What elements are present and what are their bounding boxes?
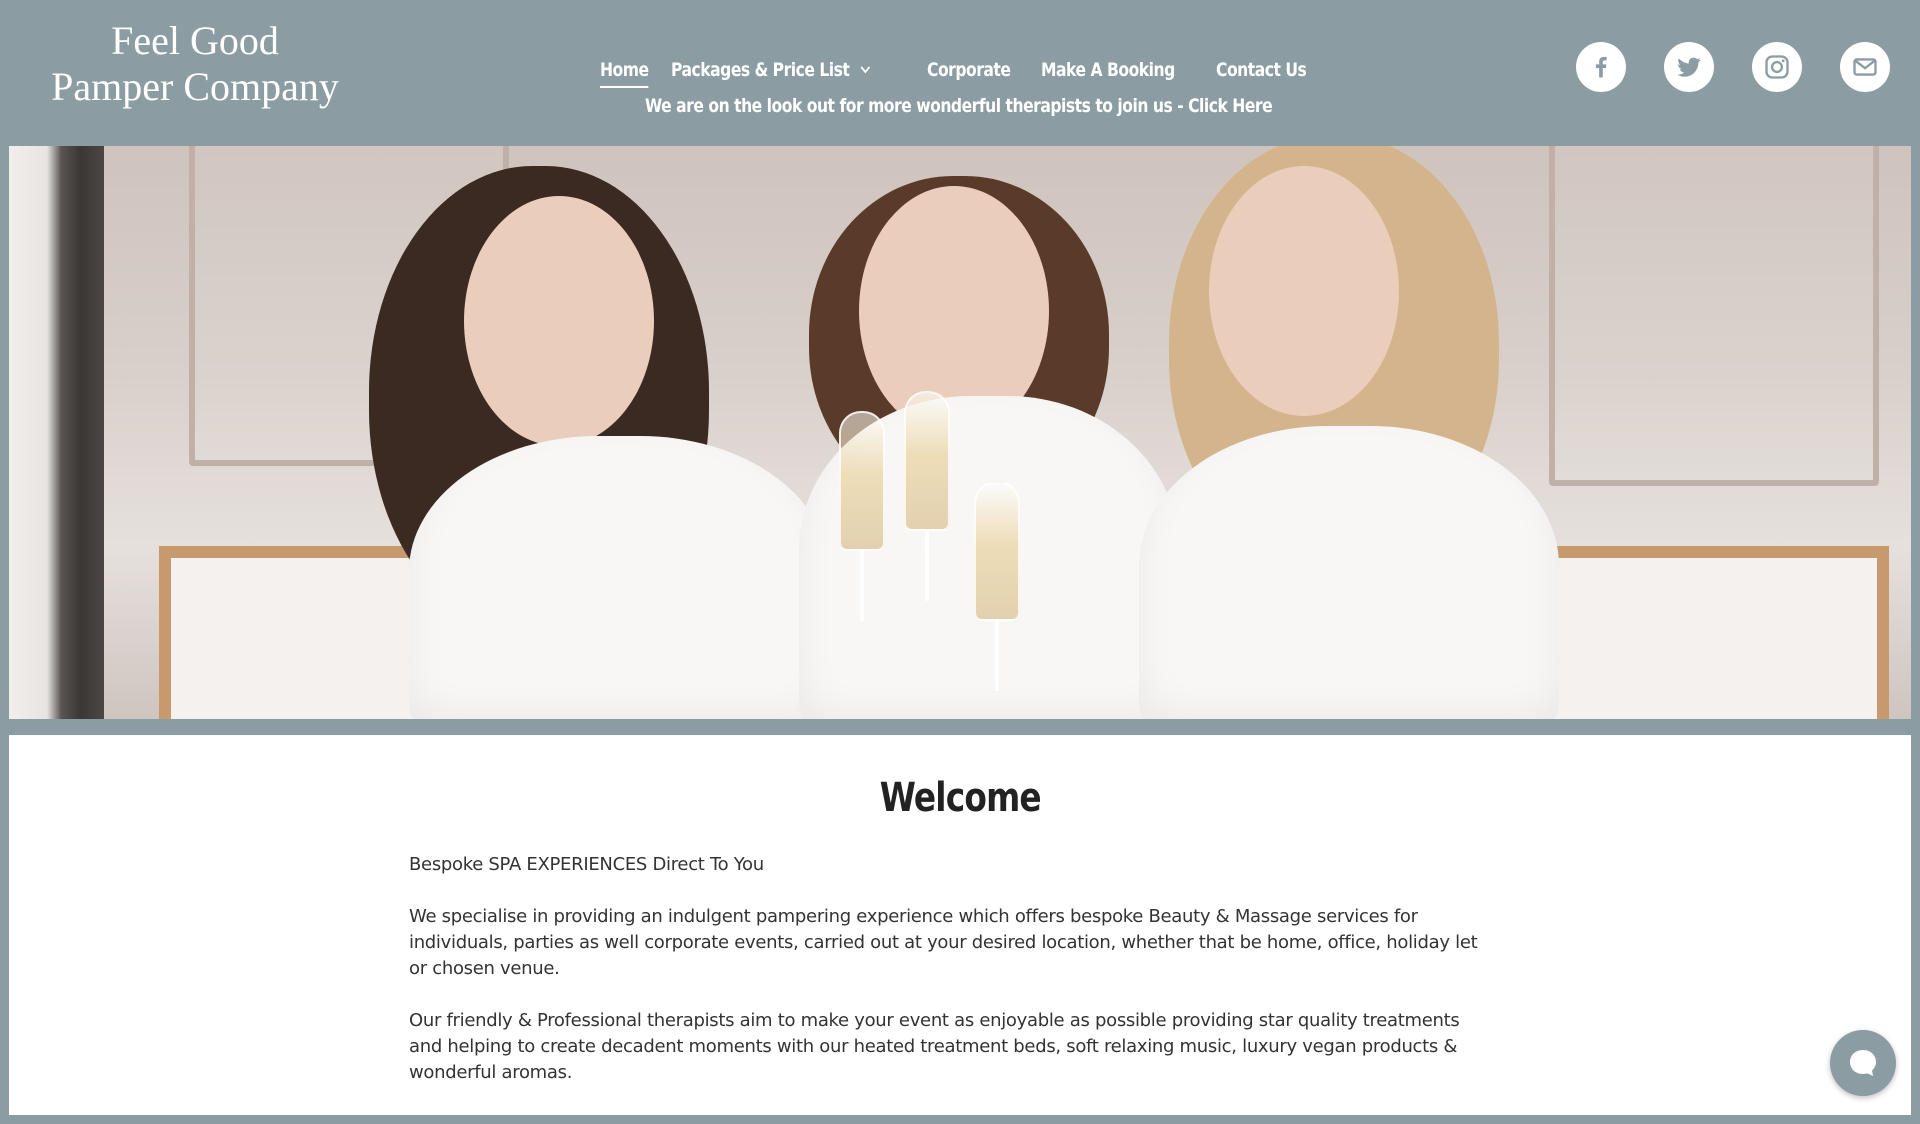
- logo-line-2: Pamper Company: [51, 64, 339, 109]
- logo-line-1: Feel Good: [111, 18, 279, 63]
- instagram-icon: [1765, 55, 1789, 79]
- nav-contact-us[interactable]: Contact Us: [1215, 59, 1307, 81]
- glass-stem: [860, 551, 864, 621]
- nav-make-booking[interactable]: Make A Booking: [1041, 59, 1175, 81]
- page-title: Welcome: [879, 775, 1041, 821]
- chat-icon: [1850, 1050, 1876, 1076]
- social-links: [1576, 42, 1890, 92]
- nav-packages[interactable]: Packages & Price List: [671, 59, 871, 81]
- face-shape: [464, 196, 654, 446]
- twitter-link[interactable]: [1664, 42, 1714, 92]
- face-shape: [1209, 166, 1399, 416]
- main-nav: Home Packages & Price List Corporate Mak…: [600, 50, 1307, 90]
- facebook-link[interactable]: [1576, 42, 1626, 92]
- chevron-down-icon: [860, 66, 870, 74]
- welcome-paragraph: We specialise in providing an indulgent …: [409, 906, 1478, 979]
- twitter-icon: [1677, 57, 1701, 77]
- site-header: Feel Good Pamper Company Home Packages &…: [0, 0, 1920, 146]
- curtain: [9, 146, 104, 719]
- welcome-section: Welcome Bespoke SPA EXPERIENCES Direct T…: [9, 735, 1911, 1115]
- nav-corporate-label: Corporate: [926, 59, 1011, 81]
- glass-stem: [995, 621, 999, 691]
- champagne-glass: [904, 391, 950, 531]
- chat-button[interactable]: [1830, 1030, 1896, 1096]
- nav-home[interactable]: Home: [600, 59, 649, 88]
- hero-image: [9, 146, 1911, 719]
- nav-packages-label: Packages & Price List: [671, 59, 850, 81]
- nav-corporate[interactable]: Corporate: [926, 59, 1011, 81]
- facebook-icon: [1595, 56, 1607, 78]
- instagram-link[interactable]: [1752, 42, 1802, 92]
- robe-shape: [1139, 426, 1559, 719]
- glass-stem: [925, 531, 929, 601]
- therapist-recruitment-link[interactable]: We are on the look out for more wonderfu…: [645, 95, 1273, 117]
- nav-contact-us-label: Contact Us: [1215, 59, 1307, 81]
- champagne-glass: [974, 481, 1020, 621]
- wall-panel: [1549, 146, 1879, 486]
- site-logo[interactable]: Feel Good Pamper Company: [30, 18, 360, 110]
- email-icon: [1853, 58, 1877, 76]
- nav-home-label: Home: [600, 59, 649, 81]
- welcome-text: Bespoke SPA EXPERIENCES Direct To You We…: [409, 852, 1479, 1112]
- nav-make-booking-label: Make A Booking: [1040, 59, 1175, 81]
- welcome-paragraph: Our friendly & Professional therapists a…: [409, 1010, 1460, 1083]
- robe-shape: [409, 436, 829, 719]
- champagne-glass: [839, 411, 885, 551]
- welcome-paragraph: Bespoke SPA EXPERIENCES Direct To You: [409, 854, 764, 875]
- email-link[interactable]: [1840, 42, 1890, 92]
